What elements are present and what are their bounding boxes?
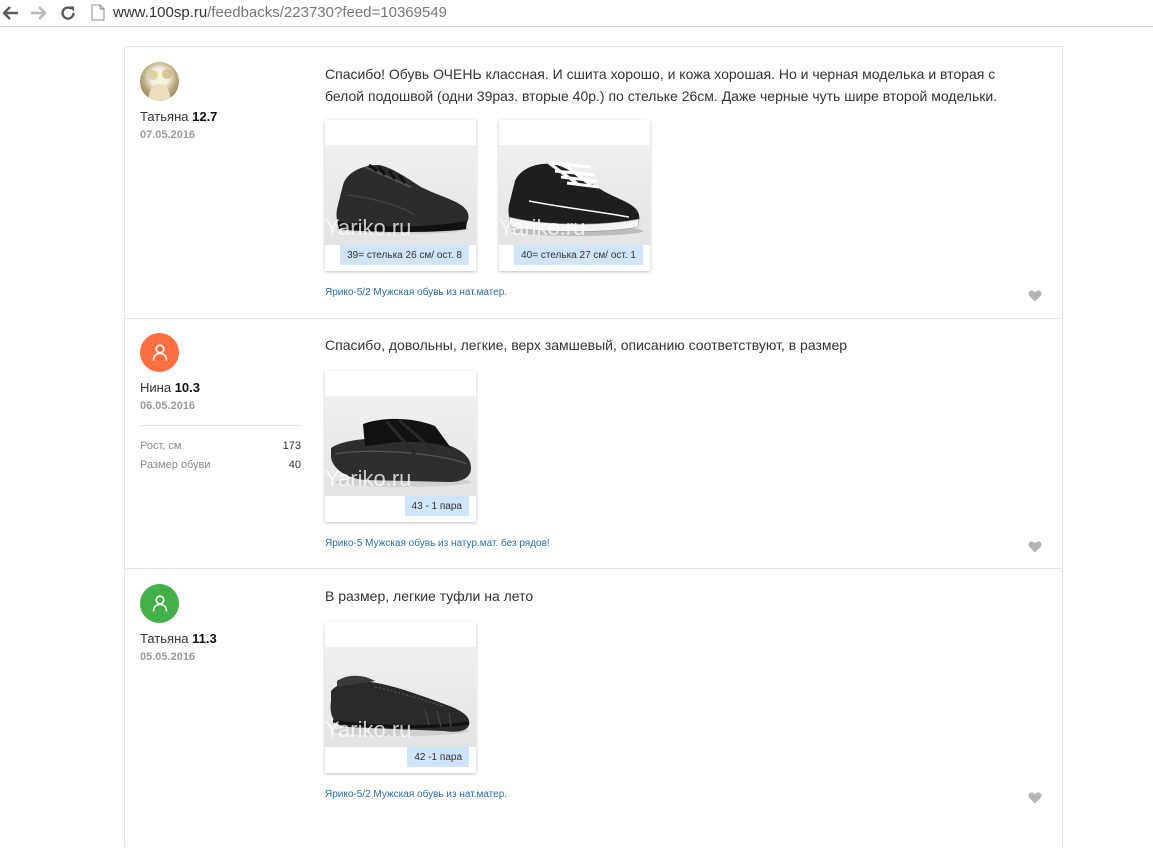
review-text: Спасибо! Обувь ОЧЕНЬ классная. И сшита х… [325, 66, 998, 104]
browser-toolbar: www.100sp.ru/feedbacks/223730?feed=10369… [0, 0, 1153, 27]
reload-icon[interactable] [58, 3, 78, 23]
stat-label: Рост, см [140, 439, 182, 452]
forward-arrow-icon[interactable] [28, 3, 48, 23]
user-rating: 12.7 [192, 109, 218, 124]
heart-icon[interactable] [1028, 289, 1042, 302]
stat-label: Размер обуви [140, 458, 211, 471]
review-date: 06.05.2016 [140, 400, 196, 412]
user-name-text: Татьяна [140, 631, 189, 646]
photo-caption: 39= стелька 26 см/ ост. 8 [340, 245, 469, 265]
user-stats: Рост, см 173 Размер обуви 40 [140, 425, 301, 474]
shoe-image [325, 396, 476, 496]
user-name[interactable]: Нина 10.3 [140, 380, 200, 395]
review-date: 07.05.2016 [140, 129, 196, 141]
stat-row: Рост, см 173 [140, 436, 301, 455]
black-moccasin-icon [330, 675, 470, 736]
shoe-image [325, 647, 476, 747]
photo-caption: 43 - 1 пара [404, 496, 469, 516]
user-rating: 11.3 [192, 631, 217, 646]
review-photo[interactable]: Yariko.ru 40= стелька 27 см/ ост. 1 [499, 120, 650, 271]
black-sandal-icon [331, 418, 471, 487]
user-name[interactable]: Татьяна 12.7 [140, 109, 217, 124]
photo-caption: 42 -1 пара [407, 747, 469, 767]
user-name-text: Нина [140, 380, 172, 395]
user-rating: 10.3 [174, 380, 200, 395]
avatar-photo-icon [148, 69, 172, 101]
review-date: 05.05.2016 [140, 651, 196, 663]
stat-value: 40 [288, 458, 301, 471]
review-photo[interactable]: Yariko.ru 39= стелька 26 см/ ост. 8 [325, 120, 476, 271]
heart-icon[interactable] [1028, 540, 1042, 553]
user-name[interactable]: Татьяна 11.3 [140, 631, 217, 646]
avatar[interactable] [140, 333, 179, 372]
avatar[interactable] [140, 62, 179, 101]
review-card: Нина 10.3 06.05.2016 Рост, см 173 Размер… [125, 318, 1062, 569]
review-text: В размер, легкие туфли на лето [325, 588, 534, 604]
black-sneaker-white-laces-icon [508, 159, 643, 236]
stat-row: Размер обуви 40 [140, 455, 301, 474]
address-bar-url[interactable]: www.100sp.ru/feedbacks/223730?feed=10369… [113, 4, 447, 21]
heart-icon[interactable] [1028, 791, 1042, 804]
user-name-text: Татьяна [140, 109, 189, 124]
review-card: Татьяна 12.7 07.05.2016 Спасибо! Обувь О… [125, 47, 1062, 319]
review-text: Спасибо, довольны, легкие, верх замшевый… [325, 337, 848, 353]
product-link[interactable]: Ярико-5 Мужская обувь из натур.мат. без … [325, 538, 550, 549]
review-photo[interactable]: Yariko.ru 43 - 1 пара [325, 371, 476, 522]
url-path: /feedbacks/223730?feed=10369549 [207, 4, 448, 21]
url-host: www.100sp.ru [113, 4, 208, 21]
shoe-image [499, 145, 650, 245]
review-photo[interactable]: Yariko.ru 42 -1 пара [325, 622, 476, 773]
stat-value: 173 [282, 439, 301, 452]
page-icon [91, 4, 105, 26]
user-icon [152, 344, 167, 361]
feedback-feed: Татьяна 12.7 07.05.2016 Спасибо! Обувь О… [124, 46, 1063, 847]
user-icon [152, 595, 167, 612]
black-sneaker-icon [336, 163, 469, 234]
avatar[interactable] [140, 584, 179, 623]
product-link[interactable]: Ярико-5/2 Мужская обувь из нат.матер. [325, 789, 507, 800]
shoe-image [325, 145, 476, 245]
product-link[interactable]: Ярико-5/2 Мужская обувь из нат.матер. [325, 287, 507, 298]
review-card: Татьяна 11.3 05.05.2016 В размер, легкие… [125, 569, 1062, 849]
photo-caption: 40= стелька 27 см/ ост. 1 [514, 245, 643, 265]
back-arrow-icon[interactable] [1, 3, 21, 23]
